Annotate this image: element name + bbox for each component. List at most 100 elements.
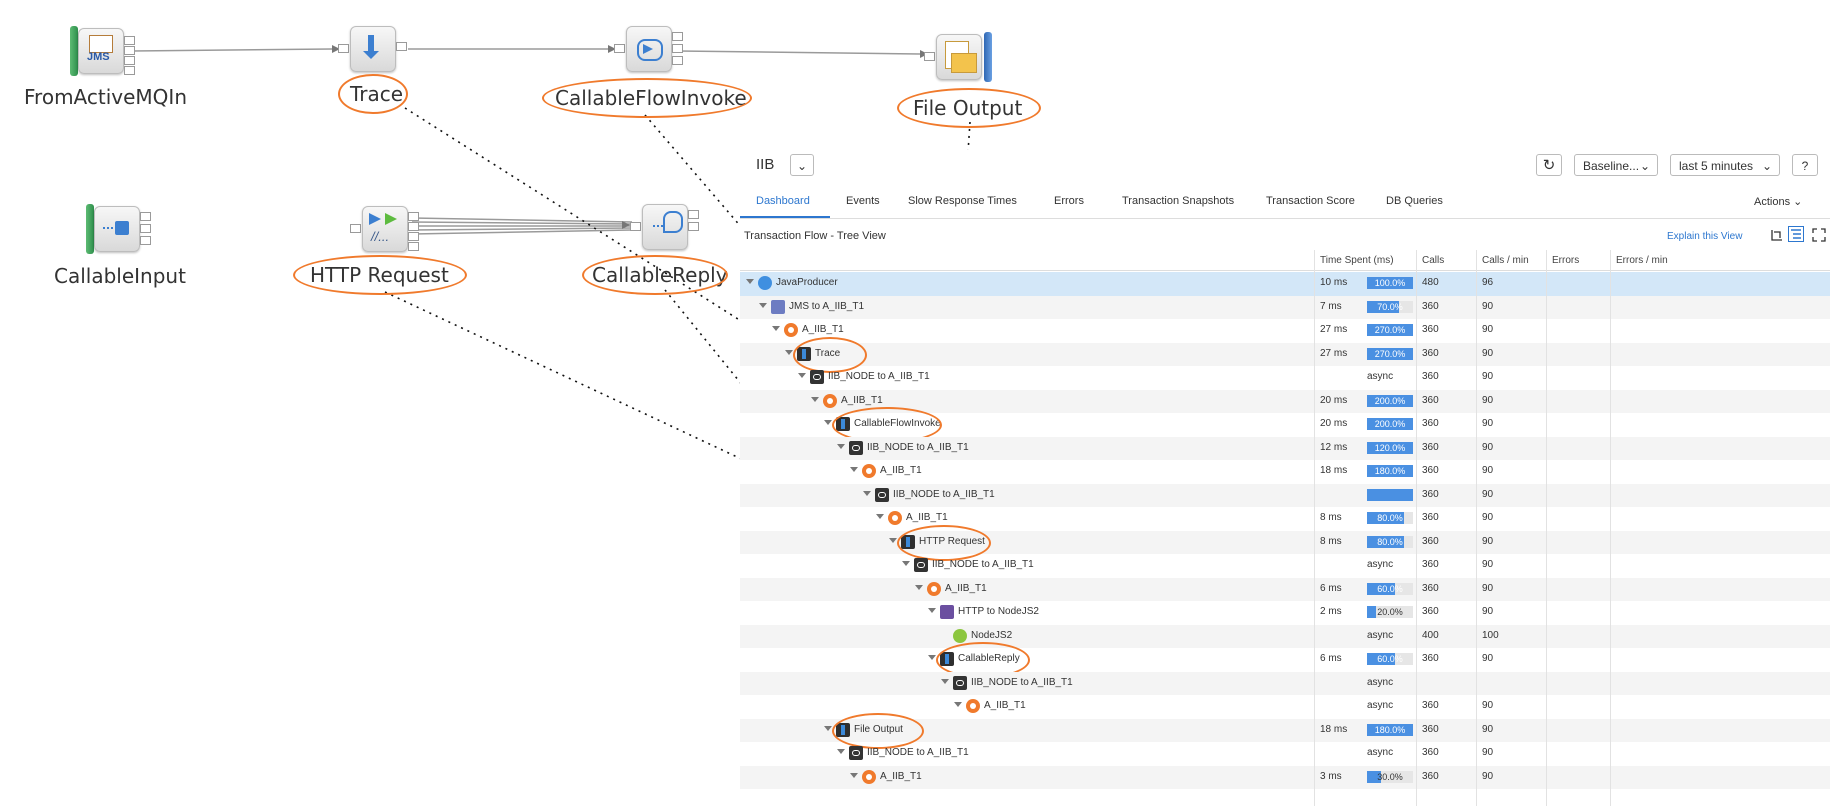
table-row[interactable]: IIB_NODE to A_IIB_T1 360 90 [740,483,1830,507]
dashboard-header: IIB ⌄ ↻ Baseline... ⌄ last 5 minutes ⌄ ? [740,150,1830,186]
column-time-spent[interactable]: Time Spent (ms) [1320,255,1394,266]
calls-per-min-value: 96 [1482,277,1494,288]
callable-flow-invoke-node[interactable] [614,22,684,82]
time-range-dropdown[interactable]: last 5 minutes ⌄ [1670,154,1780,176]
expand-toggle-icon[interactable] [863,490,871,496]
expand-toggle-icon[interactable] [837,443,845,449]
tree-view-icon[interactable] [1788,226,1804,242]
column-calls[interactable]: Calls [1422,255,1444,266]
gear-node-icon [862,769,876,784]
table-header: Time Spent (ms) Calls Calls / min Errors… [740,250,1830,271]
expand-toggle-icon[interactable] [876,514,884,519]
expand-toggle-icon[interactable] [785,349,793,355]
async-label: async [1367,629,1394,641]
table-row[interactable]: HTTP to NodeJS2 2 ms 20.0% 360 90 [740,601,1830,625]
column-calls-per-min[interactable]: Calls / min [1482,255,1529,266]
expand-toggle-icon[interactable] [915,584,923,590]
time-percent-bar: 200.0% [1367,418,1413,430]
http-request-node[interactable]: //... [350,202,420,262]
chevron-down-icon: ⌄ [1639,159,1650,173]
from-activemq-node[interactable]: JMS [66,24,136,84]
expand-toggle-icon[interactable] [824,725,832,731]
table-row[interactable]: File Output 18 ms 180.0% 360 90 [740,712,1830,749]
calls-per-min-value: 90 [1482,465,1494,476]
gear-node-icon [784,323,798,337]
help-button[interactable]: ? [1792,154,1818,176]
row-name: IIB_NODE to A_IIB_T1 [867,747,969,758]
table-row[interactable]: A_IIB_T1 async 360 90 [740,695,1830,719]
expand-toggle-icon[interactable] [928,655,936,660]
file-output-node[interactable] [924,30,994,90]
tab-transaction-snapshots[interactable]: Transaction Snapshots [1122,195,1234,207]
calls-value: 400 [1422,629,1439,641]
callable-reply-node[interactable] [630,200,700,260]
callable-invoke-icon [626,26,672,72]
table-row[interactable]: NodeJS2 async 400 100 [740,624,1830,648]
time-percent-bar: 60.0% [1367,582,1413,595]
table-row[interactable]: A_IIB_T1 8 ms 80.0% 360 90 [740,507,1830,531]
column-errors[interactable]: Errors [1552,255,1579,266]
expand-toggle-icon[interactable] [746,279,754,284]
expand-toggle-icon[interactable] [954,702,962,707]
column-errors-per-min[interactable]: Errors / min [1616,255,1668,266]
table-row[interactable]: IIB_NODE to A_IIB_T1 async [740,671,1830,695]
calls-per-min-value: 90 [1482,747,1494,758]
expand-toggle-icon[interactable] [850,467,858,472]
table-row[interactable]: JMS to A_IIB_T1 7 ms 70.0% 360 90 [740,295,1830,319]
table-row[interactable]: CallableReply 6 ms 60.0% 360 90 [740,642,1830,678]
help-label: ? [1801,159,1809,173]
trace-icon [350,26,396,72]
table-row[interactable]: A_IIB_T1 27 ms 270.0% 360 90 [740,319,1830,343]
expand-icon[interactable] [1812,228,1826,242]
table-row[interactable]: A_IIB_T1 18 ms 180.0% 360 90 [740,460,1830,484]
time-percent-bar: 30.0% [1367,770,1413,783]
callable-input-node[interactable] [82,202,152,262]
calls-per-min-value: 90 [1482,441,1494,453]
conn-node-icon [810,370,824,384]
table-row[interactable]: IIB_NODE to A_IIB_T1 12 ms 120.0% 360 90 [740,436,1830,460]
tab-events[interactable]: Events [846,195,880,207]
expand-toggle-icon[interactable] [902,561,910,566]
row-name: A_IIB_T1 [906,512,948,523]
table-row[interactable]: IIB_NODE to A_IIB_T1 async 360 90 [740,742,1830,766]
table-row[interactable]: A_IIB_T1 6 ms 60.0% 360 90 [740,577,1830,601]
expand-toggle-icon[interactable] [759,302,767,308]
expand-toggle-icon[interactable] [889,537,897,543]
flow-map-view-icon[interactable] [1770,228,1784,242]
table-row[interactable]: JavaProducer 10 ms 100.0% 480 96 [740,272,1830,296]
expand-toggle-icon[interactable] [837,749,845,754]
expand-toggle-icon[interactable] [824,420,832,425]
tab-db-queries[interactable]: DB Queries [1386,195,1443,207]
tab-slow-response-times[interactable]: Slow Response Times [908,195,1017,207]
row-name: JMS to A_IIB_T1 [789,300,865,312]
table-row[interactable]: A_IIB_T1 3 ms 30.0% 360 90 [740,765,1830,789]
table-row[interactable]: CallableFlowInvoke 20 ms 200.0% 360 90 [740,407,1830,443]
refresh-button[interactable]: ↻ [1536,154,1562,176]
trace-node[interactable] [338,22,408,82]
expand-toggle-icon[interactable] [941,678,949,684]
tab-dashboard[interactable]: Dashboard [756,195,810,207]
calls-value: 360 [1422,418,1439,429]
calls-value: 480 [1422,277,1439,288]
app-selector-button[interactable]: ⌄ [790,154,814,176]
expand-toggle-icon[interactable] [798,373,806,378]
table-row[interactable]: IIB_NODE to A_IIB_T1 async 360 90 [740,554,1830,578]
tab-errors[interactable]: Errors [1054,195,1084,207]
table-row[interactable]: IIB_NODE to A_IIB_T1 async 360 90 [740,366,1830,390]
expand-toggle-icon[interactable] [811,396,819,402]
table-row[interactable]: Trace 27 ms 270.0% 360 90 [740,336,1830,373]
baseline-dropdown[interactable]: Baseline... ⌄ [1574,154,1658,176]
expand-toggle-icon[interactable] [928,608,936,613]
actions-menu[interactable]: Actions ⌄ [1754,195,1802,208]
tab-transaction-score[interactable]: Transaction Score [1266,195,1355,207]
expand-toggle-icon[interactable] [850,772,858,778]
calls-value: 360 [1422,512,1439,523]
gear-node-icon [862,464,876,478]
explain-this-view-link[interactable]: Explain this View [1667,231,1742,242]
jms-node-icon [771,299,785,314]
async-label: async [1367,371,1394,382]
expand-toggle-icon[interactable] [772,326,780,331]
async-label: async [1367,700,1394,711]
time-percent-label: 180.0% [1374,724,1406,735]
table-row[interactable]: HTTP Request 8 ms 80.0% 360 90 [740,524,1830,561]
